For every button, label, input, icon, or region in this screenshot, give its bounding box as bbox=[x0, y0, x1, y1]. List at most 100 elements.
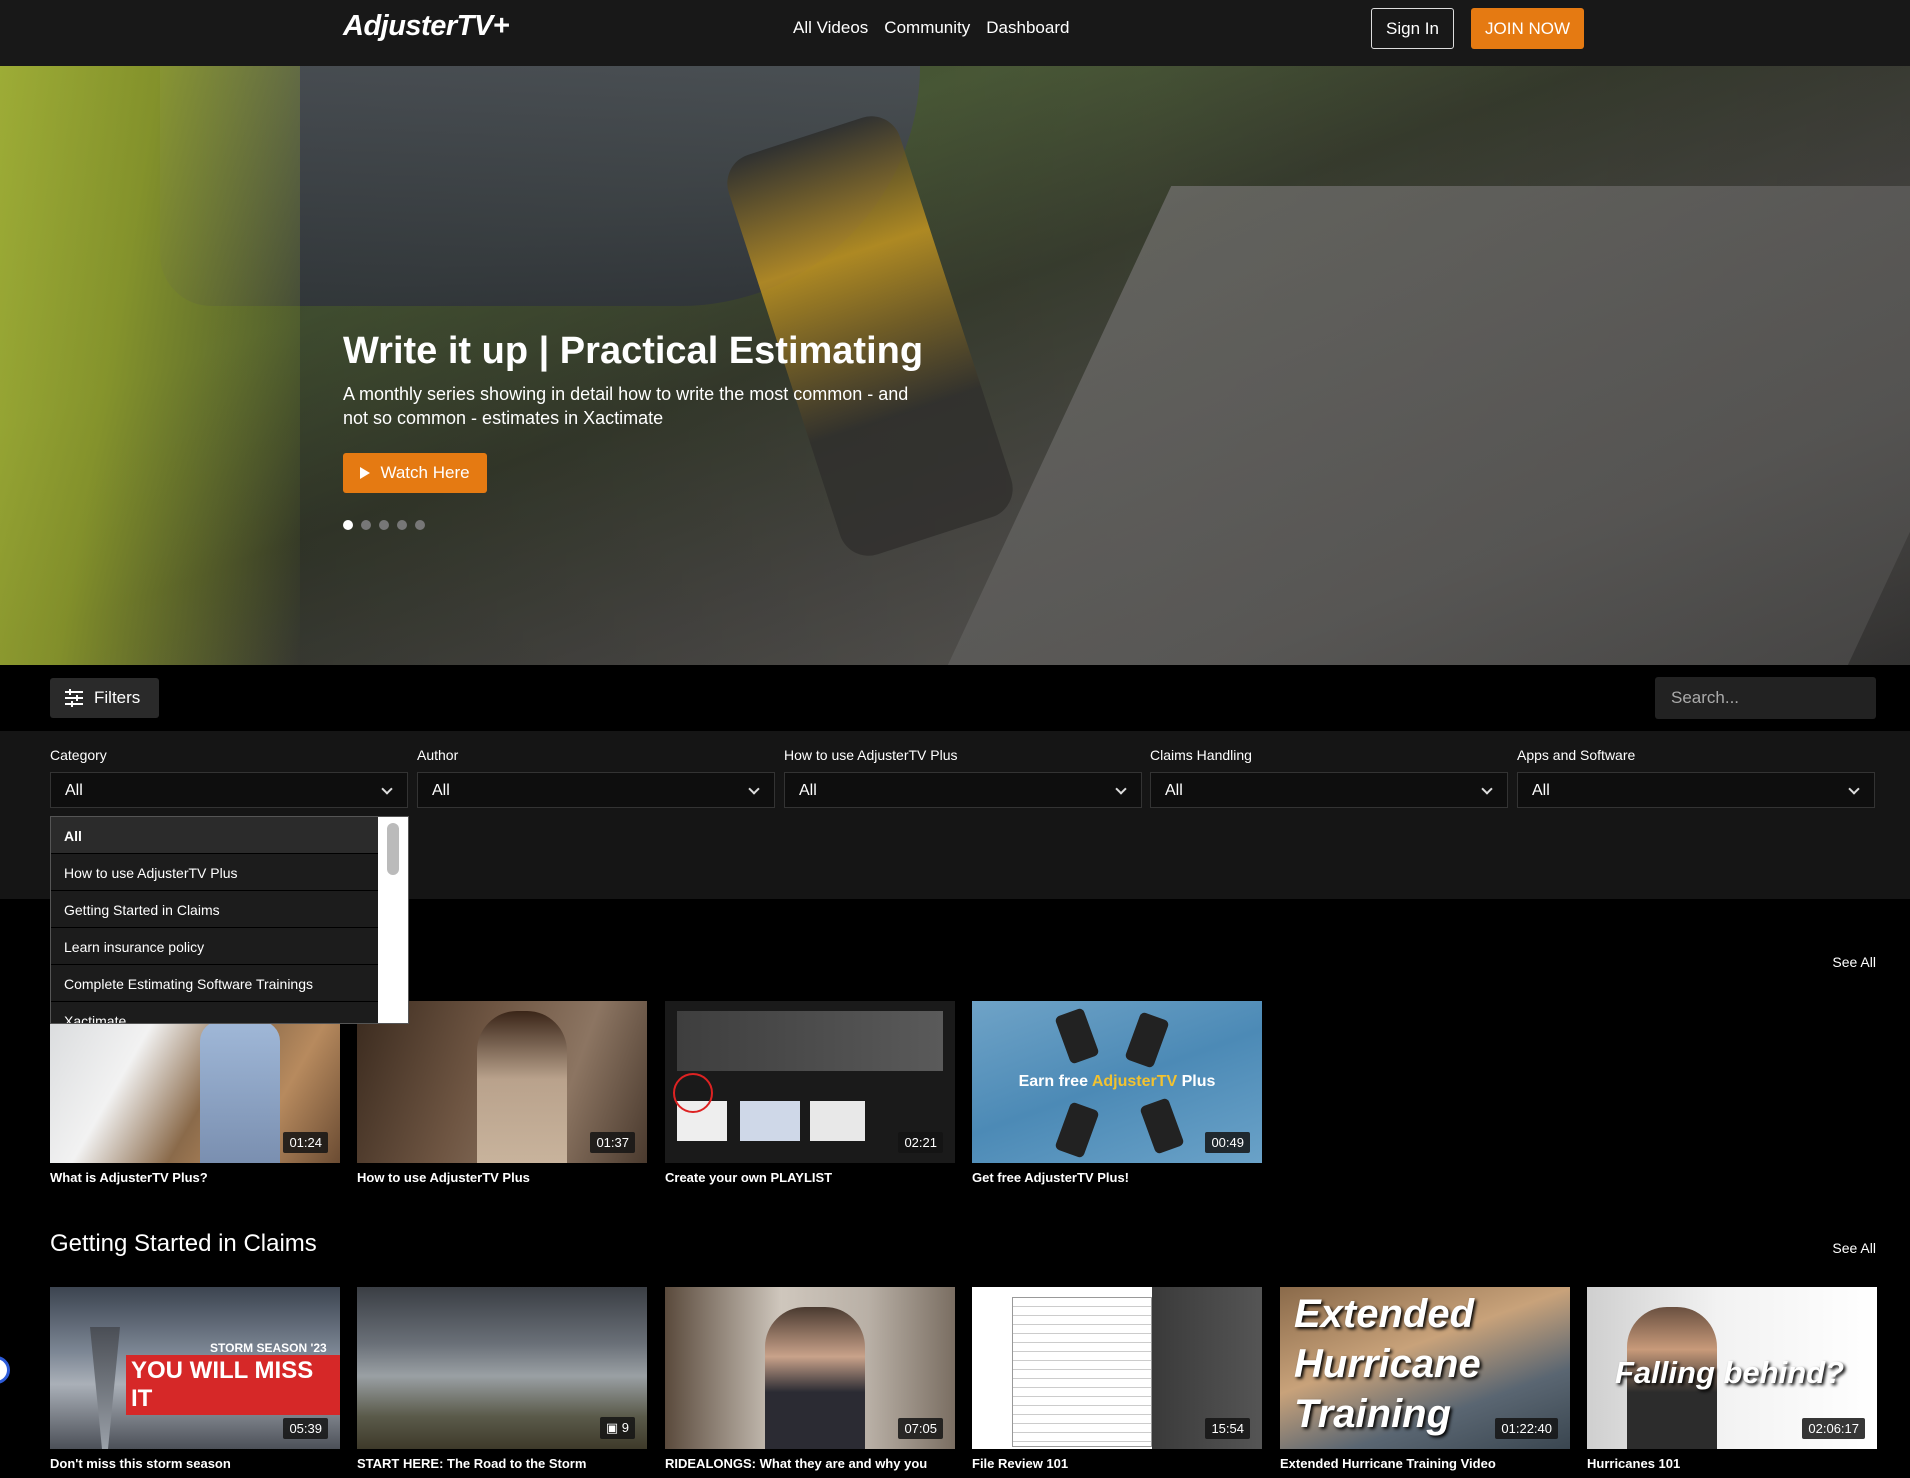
video-title[interactable]: Hurricanes 101 bbox=[1587, 1455, 1877, 1473]
carousel-dot[interactable] bbox=[361, 520, 371, 530]
video-card[interactable]: 01:37 How to use AdjusterTV Plus bbox=[357, 1001, 647, 1187]
duration-badge: 07:05 bbox=[898, 1418, 943, 1439]
video-title[interactable]: File Review 101 bbox=[972, 1455, 1262, 1473]
dropdown-option[interactable]: Xactimate bbox=[51, 1002, 378, 1023]
video-thumbnail[interactable]: 07:05 bbox=[665, 1287, 955, 1449]
thumbnail-person bbox=[765, 1307, 865, 1449]
video-card[interactable]: 01:24 What is AdjusterTV Plus? bbox=[50, 1001, 340, 1187]
sign-in-button[interactable]: Sign In bbox=[1371, 8, 1454, 49]
video-title[interactable]: Don't miss this storm season bbox=[50, 1455, 340, 1473]
search-input[interactable] bbox=[1655, 677, 1876, 719]
select-value: All bbox=[432, 782, 450, 799]
how-to-use-select[interactable]: All bbox=[784, 772, 1142, 808]
filter-bar: Filters bbox=[0, 665, 1910, 731]
video-card[interactable]: Extended Hurricane Training 01:22:40 Ext… bbox=[1280, 1287, 1570, 1473]
filter-how-to-use: How to use AdjusterTV Plus All bbox=[784, 747, 1142, 808]
playlist-count: 9 bbox=[621, 1420, 629, 1435]
video-card[interactable]: STORM SEASON '23 YOU WILL MISS IT 05:39 … bbox=[50, 1287, 340, 1473]
video-title[interactable]: Get free AdjusterTV Plus! bbox=[972, 1169, 1262, 1187]
duration-badge: 01:24 bbox=[283, 1132, 328, 1153]
video-thumbnail[interactable]: 15:54 bbox=[972, 1287, 1262, 1449]
video-card[interactable]: ▣ 9 START HERE: The Road to the Storm bbox=[357, 1287, 647, 1473]
category-select[interactable]: All bbox=[50, 772, 408, 808]
section-title: Getting Started in Claims bbox=[50, 1230, 317, 1257]
video-card[interactable]: 15:54 File Review 101 bbox=[972, 1287, 1262, 1473]
video-thumbnail[interactable]: 01:37 bbox=[357, 1001, 647, 1163]
carousel-dot[interactable] bbox=[343, 520, 353, 530]
filter-label: Category bbox=[50, 747, 107, 763]
video-title[interactable]: Extended Hurricane Training Video bbox=[1280, 1455, 1570, 1473]
filter-label: Author bbox=[417, 747, 459, 763]
video-title[interactable]: How to use AdjusterTV Plus bbox=[357, 1169, 647, 1187]
thumbnail-caption: Falling behind? bbox=[1615, 1355, 1845, 1390]
video-thumbnail[interactable]: Earn free AdjusterTV Plus 00:49 bbox=[972, 1001, 1262, 1163]
select-value: All bbox=[65, 782, 83, 799]
dropdown-option[interactable]: Complete Estimating Software Trainings bbox=[51, 965, 378, 1002]
video-title[interactable]: RIDEALONGS: What they are and why you bbox=[665, 1455, 955, 1473]
video-card[interactable]: Falling behind? 02:06:17 Hurricanes 101 bbox=[1587, 1287, 1877, 1473]
video-thumbnail[interactable]: 02:21 bbox=[665, 1001, 955, 1163]
video-thumbnail[interactable]: Falling behind? 02:06:17 bbox=[1587, 1287, 1877, 1449]
video-title[interactable]: START HERE: The Road to the Storm bbox=[357, 1455, 647, 1473]
duration-badge: 01:22:40 bbox=[1495, 1418, 1558, 1439]
filter-category: Category All bbox=[50, 747, 408, 808]
video-card[interactable]: Earn free AdjusterTV Plus 00:49 Get free… bbox=[972, 1001, 1262, 1187]
nav-link-community[interactable]: Community bbox=[884, 18, 970, 38]
video-card[interactable]: 07:05 RIDEALONGS: What they are and why … bbox=[665, 1287, 955, 1473]
select-value: All bbox=[799, 782, 817, 799]
thumbnail-caption-part: Plus bbox=[1177, 1073, 1216, 1090]
nav-link-all-videos[interactable]: All Videos bbox=[793, 18, 868, 38]
nav-links: All Videos Community Dashboard bbox=[793, 18, 1069, 38]
claims-handling-select[interactable]: All bbox=[1150, 772, 1508, 808]
video-title[interactable]: What is AdjusterTV Plus? bbox=[50, 1169, 340, 1187]
dropdown-option[interactable]: Learn insurance policy bbox=[51, 928, 378, 965]
video-thumbnail[interactable]: ▣ 9 bbox=[357, 1287, 647, 1449]
dropdown-option[interactable]: How to use AdjusterTV Plus bbox=[51, 854, 378, 891]
chevron-down-icon bbox=[1848, 783, 1860, 795]
watch-here-label: Watch Here bbox=[380, 463, 470, 482]
video-thumbnail[interactable]: Extended Hurricane Training 01:22:40 bbox=[1280, 1287, 1570, 1449]
dropdown-scrollbar[interactable] bbox=[378, 817, 408, 1023]
thumbnail-document bbox=[1012, 1297, 1152, 1447]
logo[interactable]: AdjusterTV+ bbox=[343, 10, 510, 43]
category-dropdown-list: All How to use AdjusterTV Plus Getting S… bbox=[50, 816, 409, 1024]
video-thumbnail[interactable]: 01:24 bbox=[50, 1001, 340, 1163]
hero-title: Write it up | Practical Estimating bbox=[343, 330, 924, 372]
scrollbar-thumb[interactable] bbox=[387, 823, 399, 875]
watch-here-button[interactable]: Watch Here bbox=[343, 453, 487, 493]
thumbnail-caption-small: STORM SEASON '23 bbox=[210, 1341, 327, 1355]
chevron-down-icon bbox=[748, 783, 760, 795]
carousel-dot[interactable] bbox=[415, 520, 425, 530]
duration-badge: 15:54 bbox=[1205, 1418, 1250, 1439]
filter-apps-software: Apps and Software All bbox=[1517, 747, 1875, 808]
filter-label: Apps and Software bbox=[1517, 747, 1636, 763]
dropdown-option[interactable]: All bbox=[51, 817, 378, 854]
video-title[interactable]: Create your own PLAYLIST bbox=[665, 1169, 955, 1187]
carousel-dot[interactable] bbox=[379, 520, 389, 530]
duration-badge: 01:37 bbox=[590, 1132, 635, 1153]
dropdown-option[interactable]: Getting Started in Claims bbox=[51, 891, 378, 928]
accessibility-icon[interactable] bbox=[0, 1356, 10, 1384]
video-card[interactable]: 02:21 Create your own PLAYLIST bbox=[665, 1001, 955, 1187]
hero-subtitle: A monthly series showing in detail how t… bbox=[343, 384, 909, 428]
thumbnail-caption-brand: AdjusterTV bbox=[1091, 1073, 1178, 1090]
duration-badge: 02:06:17 bbox=[1802, 1418, 1865, 1439]
sliders-icon bbox=[65, 689, 83, 707]
nav-link-dashboard[interactable]: Dashboard bbox=[986, 18, 1069, 38]
author-select[interactable]: All bbox=[417, 772, 775, 808]
see-all-link[interactable]: See All bbox=[1832, 1240, 1876, 1256]
duration-badge: 05:39 bbox=[283, 1418, 328, 1439]
filter-author: Author All bbox=[417, 747, 775, 808]
carousel-dot[interactable] bbox=[397, 520, 407, 530]
filter-label: How to use AdjusterTV Plus bbox=[784, 747, 958, 763]
select-value: All bbox=[1165, 782, 1183, 799]
playlist-count-badge: ▣ 9 bbox=[599, 1417, 635, 1439]
filters-button[interactable]: Filters bbox=[50, 678, 159, 718]
thumbnail-screen-top bbox=[677, 1011, 943, 1071]
video-thumbnail[interactable]: STORM SEASON '23 YOU WILL MISS IT 05:39 bbox=[50, 1287, 340, 1449]
join-now-button[interactable]: JOIN NOW bbox=[1471, 8, 1584, 49]
see-all-link[interactable]: See All bbox=[1832, 954, 1876, 970]
chevron-down-icon bbox=[1481, 783, 1493, 795]
apps-software-select[interactable]: All bbox=[1517, 772, 1875, 808]
thumbnail-tile bbox=[740, 1101, 800, 1141]
